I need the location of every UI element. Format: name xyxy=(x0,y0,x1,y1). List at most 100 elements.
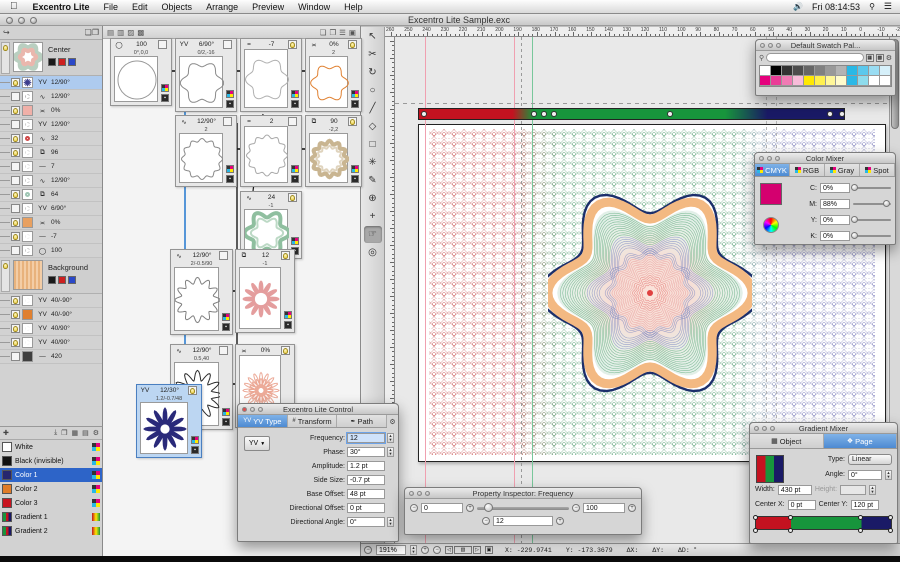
layer-row[interactable]: ∿32 xyxy=(0,132,102,146)
menu-window[interactable]: Window xyxy=(291,2,337,12)
gradient-stop[interactable] xyxy=(531,111,537,117)
node-thumb-box[interactable] xyxy=(179,56,223,108)
list-view-icon[interactable]: ▩ xyxy=(876,54,884,62)
gear-icon[interactable]: ⚙ xyxy=(886,54,892,62)
node-card[interactable]: =2▪ xyxy=(240,115,302,187)
swatch-cell[interactable] xyxy=(804,66,815,76)
panel-window-buttons[interactable] xyxy=(242,407,263,412)
node-checkbox[interactable] xyxy=(158,40,167,49)
color-swatch[interactable] xyxy=(48,276,56,284)
swatch-cell[interactable] xyxy=(826,66,837,76)
visibility-off-checkbox[interactable] xyxy=(11,92,20,101)
node-card[interactable]: =-7▪ xyxy=(240,38,302,112)
node-style-icon[interactable]: ▪ xyxy=(191,446,199,454)
gradient-stop[interactable] xyxy=(551,111,557,117)
rosette-tool[interactable]: ✳ xyxy=(364,154,382,171)
rectangle-tool[interactable]: □ xyxy=(364,136,382,153)
panel-window-buttons[interactable] xyxy=(759,156,780,161)
node-checkbox[interactable] xyxy=(223,117,232,126)
node-style-icon[interactable]: ▪ xyxy=(291,100,299,108)
gradient-stop-handle[interactable] xyxy=(858,515,863,520)
node-color-icon[interactable] xyxy=(291,165,299,173)
visibility-on-checkbox[interactable] xyxy=(11,148,20,157)
group-visibility-column[interactable] xyxy=(1,260,10,292)
tab-path[interactable]: ✒Path xyxy=(337,415,387,427)
hand-tool[interactable]: ☞ xyxy=(364,226,382,243)
node-style-icon[interactable]: ▪ xyxy=(351,100,359,108)
node-card[interactable]: ⧉90-2,2▪ xyxy=(305,115,362,187)
visibility-on-checkbox[interactable] xyxy=(11,78,20,87)
color-swatch[interactable] xyxy=(68,276,76,284)
channel-slider[interactable] xyxy=(853,203,891,205)
node-style-icon[interactable]: ▪ xyxy=(226,100,234,108)
channel-value-field[interactable]: 0% xyxy=(820,231,850,241)
gradient-stop[interactable] xyxy=(839,111,845,117)
zoom-level-field[interactable]: 191% xyxy=(376,545,406,555)
add-modifier-icon[interactable]: ▥ xyxy=(117,28,124,37)
field-stepper[interactable]: ▲▼ xyxy=(387,433,394,443)
menu-excentro-lite[interactable]: Excentro Lite xyxy=(26,2,97,12)
node-thumb-box[interactable] xyxy=(239,267,281,329)
slider-knob[interactable] xyxy=(851,232,858,239)
color-row-gradient-2[interactable]: Gradient 2 xyxy=(0,524,102,538)
layer-row[interactable]: YV6/90° xyxy=(0,202,102,216)
swatch-cell[interactable] xyxy=(815,76,826,86)
slider-knob[interactable] xyxy=(484,503,493,512)
gradient-stop-handle[interactable] xyxy=(888,515,893,520)
swatch-cell[interactable] xyxy=(869,66,880,76)
layer-row[interactable]: ≍0% xyxy=(0,104,102,118)
visibility-on-checkbox[interactable] xyxy=(11,296,20,305)
color-row-gradient-1[interactable]: Gradient 1 xyxy=(0,510,102,524)
node-card[interactable]: ◯1000°,0,0▪ xyxy=(110,38,172,106)
swatch-cell[interactable] xyxy=(793,76,804,86)
tab-gray[interactable]: Gray xyxy=(825,164,860,176)
panel-window-buttons[interactable] xyxy=(754,426,775,431)
visibility-on-checkbox[interactable] xyxy=(11,106,20,115)
property-inspector-title[interactable]: Property Inspector: Frequency xyxy=(405,488,641,499)
slider-knob[interactable] xyxy=(883,200,890,207)
element-type-popup[interactable]: YV▼ xyxy=(244,436,270,451)
gradient-type-popup[interactable]: Linear xyxy=(848,454,892,465)
tab-yv-type[interactable]: YVYV Type xyxy=(238,415,288,427)
layer-group-background[interactable]: Background xyxy=(0,258,102,294)
control-gear-icon[interactable]: ⚙ xyxy=(387,415,398,428)
volume-icon[interactable]: 🔊 xyxy=(793,2,803,11)
max-decrement-button[interactable]: − xyxy=(572,504,580,512)
swatch-cell[interactable] xyxy=(804,76,815,86)
color-swatch[interactable] xyxy=(48,58,56,66)
channel-slider[interactable] xyxy=(853,219,891,221)
layer-row[interactable]: YV40/-90° xyxy=(0,294,102,308)
layer-row[interactable]: —420 xyxy=(0,350,102,364)
node-thumb-box[interactable] xyxy=(244,126,288,183)
visibility-off-checkbox[interactable] xyxy=(11,204,20,213)
import-color-icon[interactable]: ⤓ xyxy=(54,429,57,437)
tab-cmyk[interactable]: CMYK xyxy=(755,164,790,176)
swatch-cell[interactable] xyxy=(793,66,804,76)
node-style-icon[interactable]: ▪ xyxy=(161,94,169,102)
gradient-stop-handle[interactable] xyxy=(888,528,893,533)
new-layer-icon[interactable]: ❐ xyxy=(92,28,99,37)
layer-row[interactable]: YV12/90° xyxy=(0,76,102,90)
node-thumb-box[interactable] xyxy=(244,49,288,108)
menu-help[interactable]: Help xyxy=(337,2,370,12)
line-tool[interactable]: ╱ xyxy=(364,100,382,117)
channel-value-field[interactable]: 0% xyxy=(820,215,850,225)
list-view-icon[interactable]: ▤ xyxy=(82,429,89,437)
layer-row[interactable]: ⧉64 xyxy=(0,188,102,202)
node-checkbox[interactable] xyxy=(219,251,228,260)
guide-horizontal-dashed[interactable] xyxy=(395,103,889,104)
visibility-on-checkbox[interactable] xyxy=(11,310,20,319)
tab-page[interactable]: ❖Page xyxy=(824,434,898,448)
node-card[interactable]: ∿12/90°2▪ xyxy=(175,115,237,187)
gradient-stop-handle[interactable] xyxy=(753,515,758,520)
center-y-field[interactable]: 120 pt xyxy=(851,500,879,510)
color-wheel-icon[interactable] xyxy=(763,217,779,233)
node-card[interactable]: ≍0%2▪ xyxy=(305,38,362,112)
min-decrement-button[interactable]: − xyxy=(410,504,418,512)
swatch-cell[interactable] xyxy=(826,76,837,86)
gradient-stop-handle[interactable] xyxy=(788,528,793,533)
layer-row[interactable]: YV40/-90° xyxy=(0,308,102,322)
panel-window-buttons[interactable] xyxy=(760,43,781,48)
field-stepper[interactable]: ▲▼ xyxy=(387,517,394,527)
swatch-cell[interactable] xyxy=(771,76,782,86)
